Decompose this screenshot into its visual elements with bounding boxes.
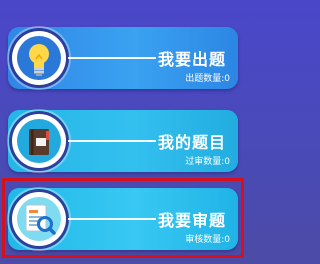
my-questions-card[interactable]: 我的题目 过审数量:0 bbox=[8, 110, 238, 172]
card-title: 我要审题 bbox=[157, 211, 226, 230]
submit-question-card[interactable]: 我要出题 出题数量:0 bbox=[8, 27, 238, 89]
card-divider bbox=[68, 57, 156, 59]
card-count: 过审数量:0 bbox=[185, 157, 230, 167]
review-document-icon bbox=[12, 192, 66, 246]
count-value: 0 bbox=[224, 74, 230, 84]
review-question-card[interactable]: 我要审题 审核数量:0 bbox=[8, 188, 238, 250]
count-value: 0 bbox=[224, 235, 230, 245]
card-divider bbox=[68, 140, 156, 142]
count-label: 审核数量 bbox=[185, 235, 222, 245]
card-divider bbox=[68, 218, 156, 220]
notebook-icon bbox=[12, 114, 66, 168]
card-count: 出题数量:0 bbox=[185, 74, 230, 84]
card-title: 我要出题 bbox=[157, 50, 226, 69]
lightbulb-icon bbox=[12, 31, 66, 85]
count-value: 0 bbox=[224, 157, 230, 167]
count-label: 出题数量 bbox=[185, 74, 222, 84]
count-label: 过审数量 bbox=[185, 157, 222, 167]
card-title: 我的题目 bbox=[157, 133, 226, 152]
card-count: 审核数量:0 bbox=[185, 235, 230, 245]
